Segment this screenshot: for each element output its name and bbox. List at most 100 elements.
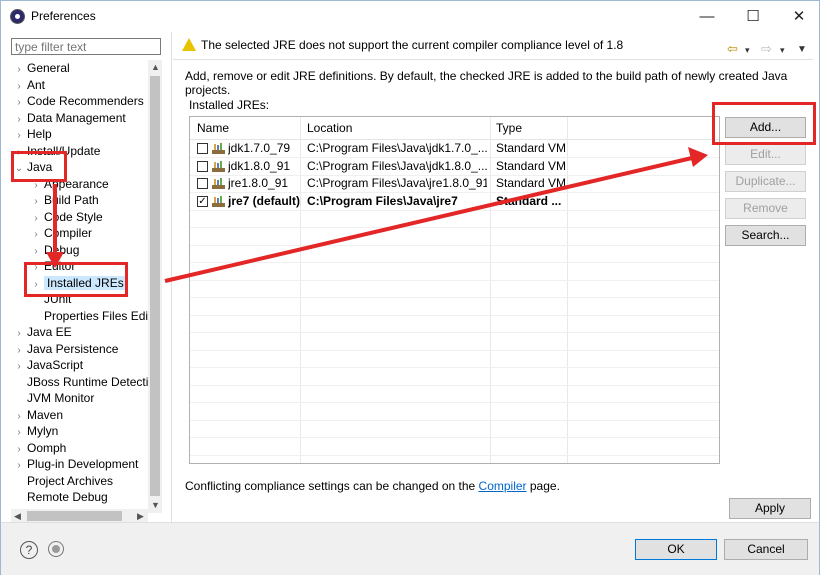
column-type[interactable]: Type [496,121,522,135]
jre-name: jre1.8.0_91 [228,176,289,190]
maximize-button[interactable]: ☐ [730,3,776,31]
warning-text: The selected JRE does not support the cu… [201,38,624,52]
tree-item-label: Data Management [27,110,126,125]
tree-scroll-thumb[interactable] [150,76,160,496]
table-empty-row [190,210,719,228]
installed-jres-label: Installed JREs: [189,98,270,112]
scroll-up-icon[interactable]: ▲ [151,62,160,72]
remove-button[interactable]: Remove [725,198,806,219]
tree-item[interactable]: › Help [11,126,51,142]
jre-checkbox[interactable] [197,160,208,172]
jre-library-icon [212,178,225,189]
ok-button[interactable]: OK [635,539,717,560]
cancel-button[interactable]: Cancel [724,539,808,560]
tree-item[interactable]: › Oomph [11,440,66,456]
tree-item[interactable]: Properties Files Editor [28,308,148,324]
compiler-link[interactable]: Compiler [479,479,527,493]
page-description: Add, remove or edit JRE definitions. By … [185,69,788,97]
tree-item-label: Plug-in Development [27,457,139,471]
tree-item-label: Code Recommenders [27,94,144,108]
scroll-down-icon[interactable]: ▼ [151,500,160,510]
close-button[interactable]: ✕ [776,3,820,31]
table-row[interactable]: jdk1.8.0_91 C:\Program Files\Java\jdk1.8.… [190,158,719,176]
tree-item[interactable]: › Java EE [11,324,72,340]
tree-item[interactable]: › Build Path [28,192,98,208]
tree-item-label: Properties Files Editor [44,308,148,323]
table-empty-row [190,385,719,403]
table-empty-row [190,403,719,421]
tree-item-label: Code Style [44,209,103,224]
warning-bar: The selected JRE does not support the cu… [179,35,809,57]
tree-item-label: JVM Monitor [27,391,95,405]
tree-item-label: Remote Debug [27,490,108,504]
eclipse-icon [10,9,25,24]
jre-type: Standard ... [496,193,562,208]
tree-item[interactable]: JVM Monitor [11,390,94,406]
tree-vertical-scrollbar[interactable]: ▲ ▼ [148,60,162,513]
edit-button[interactable]: Edit... [725,144,806,165]
tree-item[interactable]: › Java Persistence [11,341,118,357]
record-icon[interactable] [48,541,64,557]
table-empty-row [190,228,719,246]
tree-item[interactable]: › Debug [28,242,79,258]
table-empty-row [190,455,719,463]
jre-checkbox[interactable] [197,143,208,154]
table-row[interactable]: jdk1.7.0_79 C:\Program Files\Java\jdk1.7.… [190,140,719,158]
tree-item[interactable]: › JavaScript [11,357,83,373]
jre-location: C:\Program Files\Java\jre1.8.0_91 [307,176,487,190]
tree-item-label: JavaScript [27,358,84,372]
tree-item-label: Oomph [27,440,67,455]
duplicate-button[interactable]: Duplicate... [725,171,806,192]
tree-item-label: Compiler [44,226,93,240]
tree-hscroll-thumb[interactable] [27,511,122,521]
forward-menu-icon[interactable]: ▾ [780,45,785,56]
search-button[interactable]: Search... [725,225,806,246]
jre-type: Standard VM [496,158,566,173]
tree-horizontal-scrollbar[interactable]: ◀ ▶ [11,509,148,523]
table-row[interactable]: jre1.8.0_91 C:\Program Files\Java\jre1.8.… [190,175,719,193]
help-icon[interactable]: ? [20,541,38,559]
jre-checkbox[interactable] [197,178,208,189]
table-empty-row [190,315,719,333]
forward-arrow-icon[interactable]: ⇨ [761,41,772,57]
tree-item[interactable]: › Data Management [11,110,126,126]
back-menu-icon[interactable]: ▾ [745,45,750,56]
scroll-right-icon[interactable]: ▶ [137,511,144,522]
tree-item-label: Maven [27,407,64,422]
column-name[interactable]: Name [197,121,229,135]
jre-checkbox[interactable]: ✓ [197,195,208,207]
back-arrow-icon[interactable]: ⇦ [727,41,738,57]
apply-button[interactable]: Apply [729,498,811,519]
table-empty-row [190,280,719,298]
jre-location: C:\Program Files\Java\jre7 [307,193,458,208]
title-bar: Preferences — ☐ ✕ [1,1,819,32]
scroll-left-icon[interactable]: ◀ [14,511,21,522]
tree-item[interactable]: › Compiler [28,225,92,241]
conflict-note: Conflicting compliance settings can be c… [185,479,560,493]
table-row[interactable]: ✓ jre7 (default) C:\Program Files\Java\jre… [190,193,719,211]
tree-item[interactable]: › Mylyn [11,423,58,439]
jre-library-icon [212,143,225,154]
tree-item-label: Java EE [27,325,72,339]
view-menu-icon[interactable]: ▼ [797,44,807,55]
table-empty-row [190,298,719,316]
tree-item[interactable]: Remote Debug [11,489,108,505]
tree-item-label: General [27,61,70,75]
tree-item[interactable]: › Maven [11,407,63,423]
tree-item[interactable]: › Code Recommenders [11,93,144,109]
tree-item[interactable]: JBoss Runtime Detection [11,374,148,390]
tree-item[interactable]: › General [11,60,70,76]
column-location[interactable]: Location [307,121,352,135]
tree-item[interactable]: › Code Style [28,209,103,225]
table-empty-row [190,333,719,351]
add-button-highlight-box [712,102,816,145]
tree-item-label: Project Archives [27,473,114,488]
filter-input[interactable] [11,38,161,55]
jre-table[interactable]: Name Location Type jdk1.7.0_79 C:\Program… [189,116,720,464]
table-header: Name Location Type [190,117,719,140]
minimize-button[interactable]: — [684,3,730,31]
tree-item[interactable]: › Ant [11,77,45,93]
tree-item[interactable]: Project Archives [11,473,113,489]
jre-location: C:\Program Files\Java\jdk1.7.0_... [307,141,487,155]
tree-item[interactable]: › Plug-in Development [11,456,138,472]
